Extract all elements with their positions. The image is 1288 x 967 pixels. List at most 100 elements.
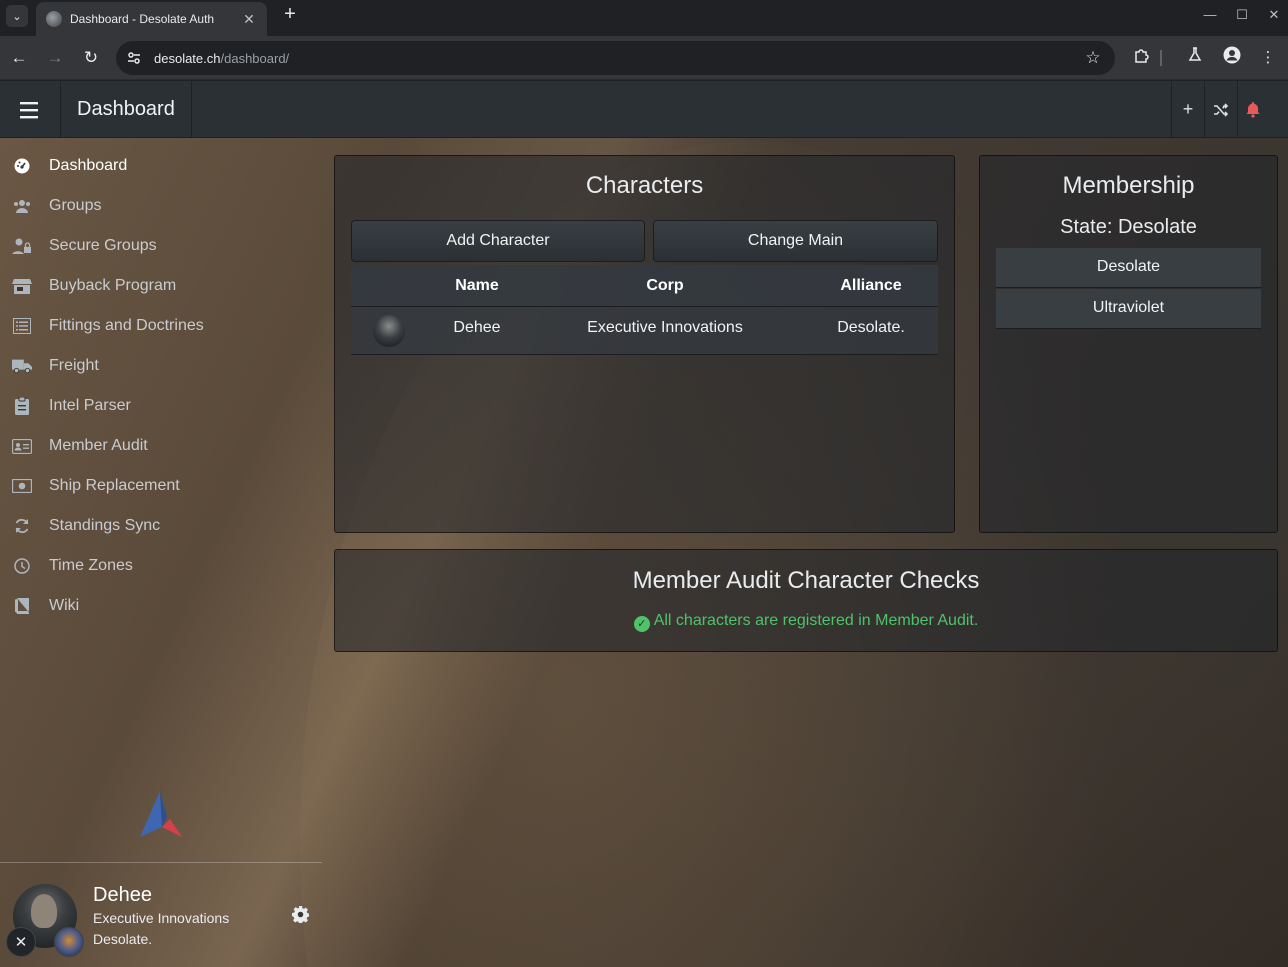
sidebar-item-buyback-program[interactable]: Buyback Program	[0, 266, 322, 306]
member-audit-title: Member Audit Character Checks	[632, 567, 980, 594]
character-portrait	[373, 315, 405, 347]
truck-icon	[12, 356, 32, 376]
list-icon	[12, 316, 32, 336]
url-text: desolate.ch/dashboard/	[154, 51, 1081, 66]
bookmark-star-icon[interactable]: ☆	[1081, 48, 1105, 68]
column-header-alliance: Alliance	[840, 277, 902, 294]
sidebar-item-wiki[interactable]: Wiki	[0, 586, 322, 626]
browser-tab[interactable]: Dashboard - Desolate Auth ✕	[36, 2, 267, 36]
corporation-logo-icon: ✕	[6, 927, 36, 957]
sidebar-item-groups[interactable]: Groups	[0, 186, 322, 226]
close-window-button[interactable]: ✕	[1258, 4, 1288, 26]
sidebar-item-ship-replacement[interactable]: Ship Replacement	[0, 466, 322, 506]
money-icon	[12, 476, 32, 496]
forward-button[interactable]: →	[43, 46, 67, 70]
browser-menu-icon[interactable]: ⋮	[1256, 46, 1280, 70]
alliance-logo-icon	[54, 927, 84, 957]
sidebar-item-freight[interactable]: Freight	[0, 346, 322, 386]
sidebar-item-standings-sync[interactable]: Standings Sync	[0, 506, 322, 546]
address-bar[interactable]: desolate.ch/dashboard/ ☆	[116, 41, 1115, 75]
character-name: Dehee	[453, 319, 501, 336]
sidebar-item-label: Time Zones	[49, 557, 133, 574]
sidebar-item-dashboard[interactable]: Dashboard	[0, 146, 322, 186]
tab-search-button[interactable]: ⌄	[6, 5, 28, 27]
sidebar-item-label: Member Audit	[49, 437, 148, 454]
labs-flask-icon[interactable]	[1183, 46, 1207, 70]
shuffle-icon[interactable]	[1204, 81, 1237, 138]
user-name: Dehee	[93, 884, 152, 906]
sidebar-item-label: Freight	[49, 357, 99, 374]
sidebar-item-label: Dashboard	[49, 157, 128, 174]
profile-icon[interactable]	[1220, 46, 1244, 70]
sidebar-item-member-audit[interactable]: Member Audit	[0, 426, 322, 466]
site-info-icon[interactable]	[122, 46, 146, 70]
character-alliance: Desolate.	[837, 319, 905, 336]
close-tab-icon[interactable]: ✕	[241, 11, 257, 28]
store-icon	[12, 276, 32, 296]
sidebar-item-label: Intel Parser	[49, 397, 131, 414]
characters-panel: Characters Add Character Change Main Nam…	[334, 155, 955, 533]
back-button[interactable]: ←	[7, 46, 31, 70]
member-audit-message: All characters are registered in Member …	[653, 612, 979, 629]
characters-table-header: Name Corp Alliance	[351, 265, 938, 307]
reload-button[interactable]: ↻	[79, 46, 103, 70]
clipboard-icon	[12, 396, 32, 416]
sidebar-item-label: Fittings and Doctrines	[49, 317, 204, 334]
site-favicon-icon	[46, 11, 62, 27]
page-title: Dashboard	[61, 81, 192, 138]
users-icon	[12, 196, 32, 216]
sidebar-item-secure-groups[interactable]: Secure Groups	[0, 226, 322, 266]
sidebar-item-intel-parser[interactable]: Intel Parser	[0, 386, 322, 426]
sidebar-item-label: Wiki	[49, 597, 80, 614]
membership-state: State: Desolate	[1060, 216, 1197, 238]
character-corp: Executive Innovations	[587, 319, 743, 336]
minimize-window-button[interactable]: —	[1194, 4, 1226, 26]
add-character-button[interactable]: Add Character	[351, 220, 645, 262]
app-header: Dashboard +	[0, 81, 1288, 138]
id-card-icon	[12, 436, 32, 456]
notifications-bell-icon[interactable]	[1237, 81, 1267, 138]
membership-panel: Membership State: Desolate Desolate Ultr…	[979, 155, 1278, 533]
hamburger-icon	[20, 101, 38, 118]
user-corporation: Executive Innovations	[93, 910, 230, 926]
sidebar-toggle-button[interactable]	[0, 81, 61, 138]
sidebar-item-fittings-and-doctrines[interactable]: Fittings and Doctrines	[0, 306, 322, 346]
new-tab-button[interactable]: +	[279, 3, 301, 25]
sidebar-divider	[0, 862, 322, 863]
list-item: Desolate	[996, 248, 1261, 288]
column-header-name: Name	[455, 277, 499, 294]
sidebar-item-label: Ship Replacement	[49, 477, 180, 494]
member-audit-status: ✓ All characters are registered in Member…	[335, 612, 1277, 632]
change-main-button[interactable]: Change Main	[653, 220, 938, 262]
sync-icon	[12, 516, 32, 536]
extensions-icon[interactable]	[1130, 46, 1154, 70]
book-icon	[12, 596, 32, 616]
user-alliance: Desolate.	[93, 931, 153, 947]
column-header-corp: Corp	[646, 277, 684, 294]
url-path: /dashboard/	[220, 50, 290, 66]
sidebar-item-time-zones[interactable]: Time Zones	[0, 546, 322, 586]
characters-title: Characters	[585, 172, 704, 199]
maximize-window-button[interactable]: ☐	[1226, 4, 1258, 26]
gear-icon[interactable]	[290, 906, 310, 926]
toolbar-divider	[1160, 50, 1162, 66]
tab-title: Dashboard - Desolate Auth	[70, 12, 215, 26]
sidebar-item-label: Buyback Program	[49, 277, 177, 294]
browser-tab-strip: ⌄ Dashboard - Desolate Auth ✕ + — ☐ ✕	[0, 0, 1288, 36]
add-icon[interactable]: +	[1171, 81, 1204, 138]
sidebar-item-label: Standings Sync	[49, 517, 161, 534]
browser-toolbar: ← → ↻ desolate.ch/dashboard/ ☆ ⋮	[0, 36, 1288, 80]
sidebar-item-label: Groups	[49, 197, 102, 214]
check-circle-icon: ✓	[633, 616, 650, 632]
sidebar: Dashboard Groups Secure Groups Buyback P…	[0, 138, 322, 967]
table-row: Dehee Executive Innovations Desolate.	[351, 307, 938, 355]
user-lock-icon	[12, 236, 32, 256]
gauge-icon	[12, 156, 32, 176]
member-audit-panel: Member Audit Character Checks ✓ All chara…	[334, 549, 1278, 652]
url-host: desolate.ch	[154, 50, 221, 66]
site-logo-icon	[140, 791, 182, 837]
clock-icon	[12, 556, 32, 576]
list-item: Ultraviolet	[996, 289, 1261, 329]
sidebar-item-label: Secure Groups	[49, 237, 157, 254]
app-root: Dashboard + Dashboard Groups Secure Grou…	[0, 81, 1288, 967]
